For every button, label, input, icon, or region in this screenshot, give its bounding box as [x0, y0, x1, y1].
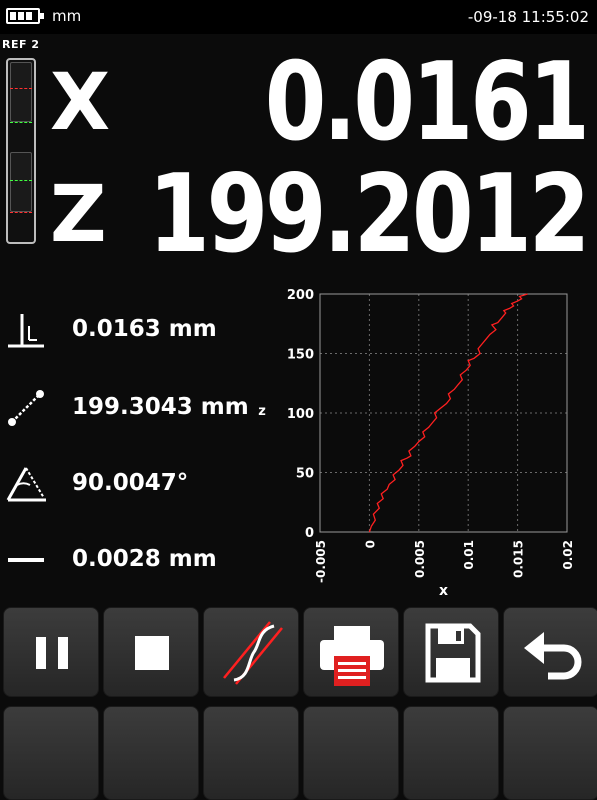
blank-button[interactable] [3, 706, 99, 800]
undo-arrow-icon [524, 632, 582, 680]
reference-bar [6, 58, 36, 244]
straightness-curve-icon [223, 621, 283, 685]
y-tick-label: 50 [296, 467, 314, 482]
x-axis-label: x [439, 583, 448, 599]
save-button[interactable] [403, 607, 499, 697]
reference-segment-x [10, 62, 32, 122]
reference-line [10, 122, 32, 123]
y-tick-label: 200 [287, 288, 314, 303]
axis-z-value: 199.2012 [148, 152, 590, 277]
reference-line [10, 180, 32, 181]
x-tick-label: -0.005 [314, 540, 328, 583]
blank-button[interactable] [403, 706, 499, 800]
angle-icon [6, 467, 46, 502]
straightness-chart: 050100150200-0.005 0 0.005 0.01 0.015 0.02xz [258, 288, 575, 599]
straightness-view-button[interactable] [203, 607, 299, 697]
datetime-label: -09-18 11:55:02 [467, 8, 589, 26]
back-button[interactable] [503, 607, 597, 697]
blank-button[interactable] [303, 706, 399, 800]
measurement-row-perpendicularity: 0.0163 mm [0, 308, 270, 352]
axis-x-label: X [50, 58, 111, 148]
reference-indicator: REF 2 [2, 38, 42, 244]
reference-line [10, 212, 32, 213]
axis-x-value: 0.0161 [264, 40, 590, 165]
measurement-row-angle: 90.0047° [0, 462, 270, 506]
y-axis-label: z [258, 404, 266, 419]
x-tick-label: 0.02 [561, 540, 575, 570]
perpendicularity-value: 0.0163 mm [72, 316, 217, 342]
angle-value: 90.0047° [72, 470, 189, 496]
straightness-value: 0.0028 mm [72, 546, 217, 572]
print-button[interactable] [303, 607, 399, 697]
perpendicularity-icon [8, 314, 44, 348]
x-tick-label: 0.005 [413, 540, 427, 578]
reference-label: REF 2 [2, 38, 40, 51]
axis-z-label: Z [50, 170, 107, 260]
distance-value: 199.3043 mm [72, 394, 249, 420]
printer-icon [320, 626, 384, 686]
straightness-icon [8, 558, 44, 562]
pause-icon [36, 637, 68, 669]
reference-line [10, 88, 32, 89]
stop-icon [135, 636, 169, 670]
reference-segment-z [10, 152, 32, 212]
blank-button[interactable] [103, 706, 199, 800]
blank-button[interactable] [503, 706, 597, 800]
stop-button[interactable] [103, 607, 199, 697]
status-bar: mm -09-18 11:55:02 [0, 0, 597, 34]
unit-label: mm [52, 7, 82, 25]
x-tick-label: 0.015 [512, 540, 526, 578]
plot-frame [319, 293, 568, 533]
floppy-disk-icon [425, 623, 481, 683]
measurement-row-distance: 199.3043 mm [0, 386, 270, 430]
x-tick-label: 0.01 [462, 540, 476, 570]
y-tick-label: 150 [287, 348, 314, 363]
y-tick-label: 0 [305, 526, 314, 541]
y-tick-label: 100 [287, 407, 314, 422]
battery-icon [6, 8, 44, 24]
blank-button[interactable] [203, 706, 299, 800]
distance-icon [8, 390, 44, 426]
pause-button[interactable] [3, 607, 99, 697]
series-line [368, 293, 528, 533]
x-tick-label: 0 [363, 540, 377, 548]
measurement-row-straightness: 0.0028 mm [0, 538, 270, 582]
